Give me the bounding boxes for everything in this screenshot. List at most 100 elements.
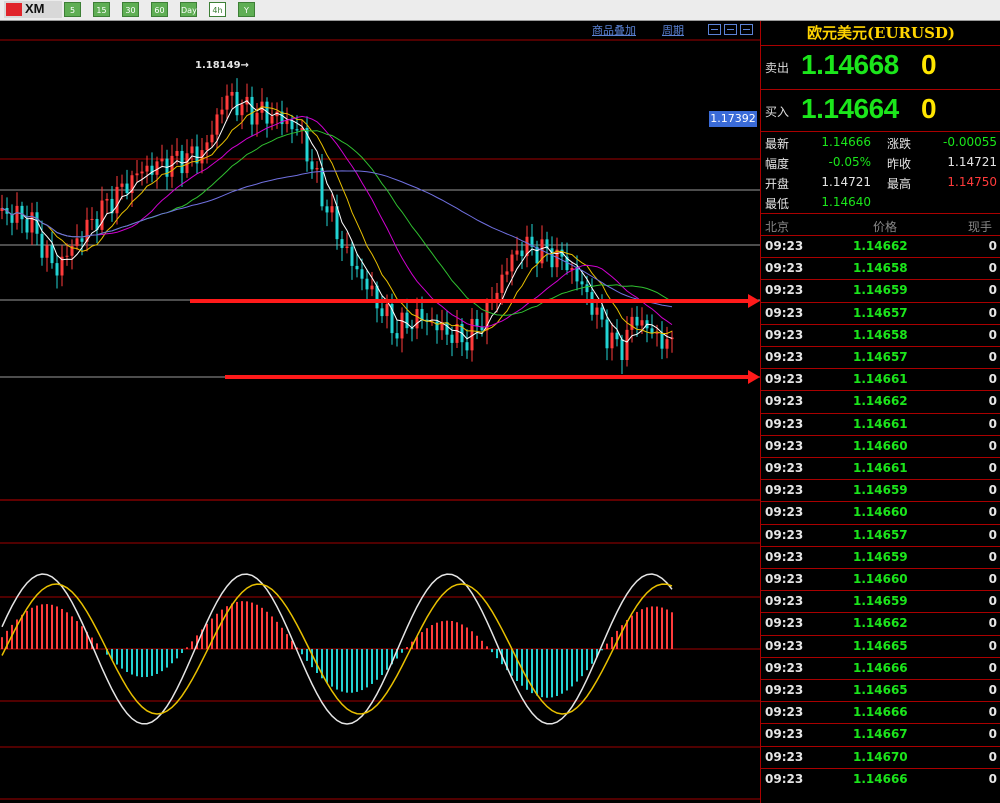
buy-quote[interactable]: 买入 1.14664 0 (761, 91, 1000, 131)
candlestick-chart-svg[interactable] (0, 21, 760, 803)
divider (761, 545, 1000, 547)
price-chart[interactable] (0, 21, 760, 803)
candle-body (455, 323, 459, 343)
tick-row[interactable]: 09:23 1.14665 0 (761, 679, 1000, 701)
candle-body (405, 312, 409, 329)
stat-label-0: 最新 (765, 137, 790, 151)
tick-row[interactable]: 09:23 1.14659 0 (761, 279, 1000, 301)
divider (761, 434, 1000, 436)
candle-body (520, 250, 524, 257)
tick-time: 09:23 (765, 727, 804, 742)
tick-time: 09:23 (765, 305, 804, 320)
tick-row[interactable]: 09:23 1.14657 0 (761, 301, 1000, 324)
tick-row[interactable]: 09:23 1.14661 0 (761, 412, 1000, 435)
candle-body (665, 339, 669, 349)
candle-body (620, 339, 624, 361)
tick-row[interactable]: 09:23 1.14659 0 (761, 479, 1000, 501)
stat-label-2: 幅度 (765, 157, 790, 171)
tick-row[interactable]: 09:23 1.14670 0 (761, 745, 1000, 768)
stat-value-3: 1.14721 (947, 155, 997, 169)
candle-body (330, 206, 334, 213)
tick-header-time: 北京 (765, 220, 790, 234)
candle-body (340, 239, 344, 248)
tick-time: 09:23 (765, 771, 804, 786)
xm-logo-mark-icon (6, 3, 22, 16)
tick-volume: 0 (988, 594, 997, 609)
tick-price: 1.14661 (853, 461, 908, 475)
tick-price: 1.14666 (853, 771, 908, 786)
tick-time: 09:23 (765, 505, 804, 520)
maximize-window-icon[interactable] (740, 24, 753, 35)
restore-window-icon[interactable] (724, 24, 737, 35)
divider (761, 45, 1000, 46)
tick-row[interactable]: 09:23 1.14661 0 (761, 368, 1000, 390)
candle-body (310, 161, 314, 170)
tick-row[interactable]: 09:23 1.14659 0 (761, 590, 1000, 612)
tick-row[interactable]: 09:23 1.14667 0 (761, 723, 1000, 745)
tick-row[interactable]: 09:23 1.14665 0 (761, 634, 1000, 657)
candle-body (380, 308, 384, 317)
tick-volume: 0 (988, 572, 997, 586)
tick-volume: 0 (988, 461, 997, 475)
tick-row[interactable]: 09:23 1.14657 0 (761, 346, 1000, 368)
period-button-1[interactable]: 15 (93, 2, 110, 17)
tick-row[interactable]: 09:23 1.14662 0 (761, 235, 1000, 257)
tick-volume: 0 (988, 683, 997, 697)
tick-row[interactable]: 09:23 1.14659 0 (761, 545, 1000, 568)
tick-time: 09:23 (765, 705, 804, 720)
period-toolbar: XM 5 15 30 60 Day 4h Y (0, 0, 1000, 21)
tick-price: 1.14657 (853, 305, 908, 320)
tick-time: 09:23 (765, 483, 804, 498)
tick-row[interactable]: 09:23 1.14666 0 (761, 767, 1000, 790)
overlay-symbol-link[interactable]: 商品叠加 (592, 22, 636, 38)
tick-price: 1.14666 (853, 705, 908, 720)
tick-row[interactable]: 09:23 1.14666 0 (761, 701, 1000, 723)
tick-price: 1.14658 (853, 327, 908, 342)
candle-body (235, 91, 239, 116)
stat-value-0: 1.14666 (821, 135, 871, 149)
tick-row[interactable]: 09:23 1.14657 0 (761, 523, 1000, 546)
tick-price: 1.14661 (853, 372, 908, 387)
period-button-3[interactable]: 60 (151, 2, 168, 17)
period-button-6[interactable]: Y (238, 2, 255, 17)
tick-time: 09:23 (765, 616, 804, 631)
period-button-4[interactable]: Day (180, 2, 197, 17)
period-button-0[interactable]: 5 (64, 2, 81, 17)
tick-row[interactable]: 09:23 1.14658 0 (761, 323, 1000, 346)
tick-row[interactable]: 09:23 1.14660 0 (761, 434, 1000, 457)
candle-body (605, 319, 609, 349)
stat-label-6: 最低 (765, 197, 790, 211)
sell-quote[interactable]: 卖出 1.14668 0 (761, 47, 1000, 87)
divider (761, 412, 1000, 414)
sell-label: 卖出 (765, 61, 790, 75)
period-button-5[interactable]: 4h (209, 2, 226, 17)
divider (761, 235, 1000, 236)
tick-row[interactable]: 09:23 1.14662 0 (761, 612, 1000, 634)
tick-time: 09:23 (765, 261, 804, 276)
tick-row[interactable]: 09:23 1.14660 0 (761, 501, 1000, 523)
tick-time: 09:23 (765, 549, 804, 564)
tick-row[interactable]: 09:23 1.14666 0 (761, 656, 1000, 679)
candle-body (25, 219, 29, 233)
tick-row[interactable]: 09:23 1.14658 0 (761, 257, 1000, 279)
period-button-2[interactable]: 30 (122, 2, 139, 17)
tick-row[interactable]: 09:23 1.14661 0 (761, 457, 1000, 479)
candle-body (420, 309, 424, 320)
candle-body (585, 284, 589, 293)
candle-body (220, 109, 224, 115)
tick-time: 09:23 (765, 283, 804, 298)
period-link[interactable]: 周期 (662, 22, 684, 38)
candle-body (175, 150, 179, 156)
symbol-title: 欧元美元(EURUSD) (806, 24, 956, 42)
tick-volume: 0 (988, 438, 997, 453)
tick-volume: 0 (988, 327, 997, 342)
divider (761, 701, 1000, 703)
candle-body (255, 112, 259, 125)
divider (761, 279, 1000, 281)
candle-body (100, 200, 104, 230)
shrink-window-icon[interactable] (708, 24, 721, 35)
divider (761, 679, 1000, 680)
tick-price: 1.14665 (853, 638, 908, 653)
tick-row[interactable]: 09:23 1.14662 0 (761, 390, 1000, 412)
tick-row[interactable]: 09:23 1.14660 0 (761, 568, 1000, 590)
